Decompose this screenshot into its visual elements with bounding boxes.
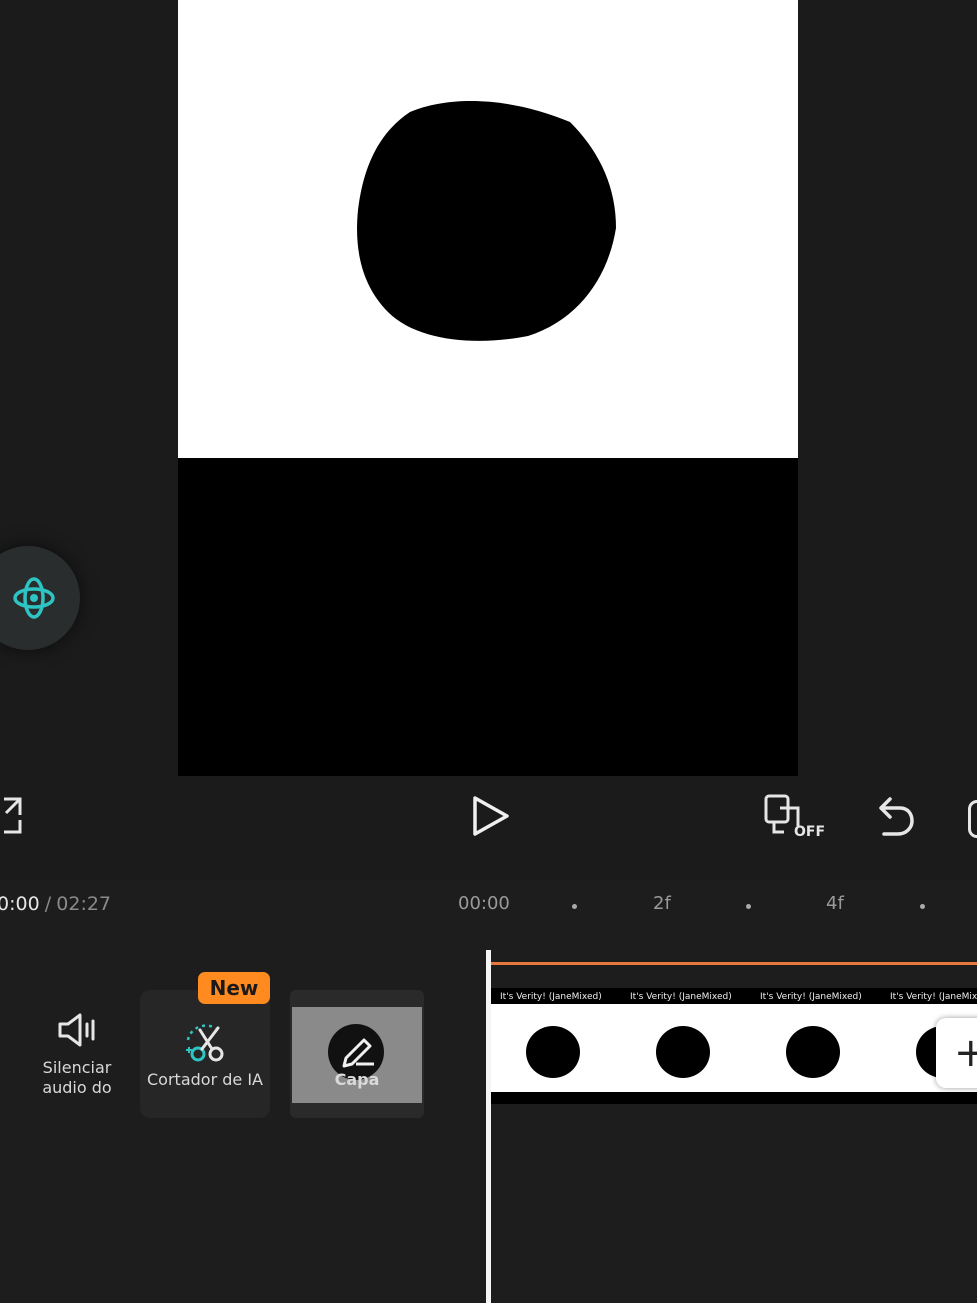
clip-caption: It's Verity! (JaneMixed)	[890, 992, 977, 1002]
clip-caption: It's Verity! (JaneMixed)	[500, 992, 602, 1002]
mute-label-line1: Silenciar	[42, 1058, 112, 1077]
play-icon	[473, 796, 509, 836]
undo-icon	[879, 797, 914, 836]
new-badge: New	[198, 972, 270, 1004]
clip-caption: It's Verity! (JaneMixed)	[760, 992, 862, 1002]
fullscreen-button[interactable]	[0, 796, 26, 840]
cover-label: Capa	[334, 1070, 380, 1089]
ruler-start-label: 00:00	[458, 893, 510, 914]
clip-frame-thumbnail	[786, 1026, 840, 1078]
play-button[interactable]	[470, 794, 512, 842]
ruler-tick	[746, 904, 751, 909]
total-time: 02:27	[56, 893, 112, 915]
clip-caption: It's Verity! (JaneMixed)	[630, 992, 732, 1002]
playhead[interactable]	[486, 950, 491, 1303]
mute-audio-button[interactable]: Silenciar audio do	[30, 1008, 124, 1104]
time-separator: /	[44, 893, 52, 915]
current-time: 0:00	[0, 893, 40, 915]
video-canvas-letterbox	[178, 458, 798, 776]
ai-assistant-icon	[13, 577, 55, 619]
fullscreen-icon	[4, 797, 22, 834]
ruler-mark-label: 2f	[653, 893, 671, 914]
ai-scissors-icon	[186, 1024, 224, 1062]
ruler-tick	[920, 904, 925, 909]
redo-button[interactable]	[968, 800, 977, 838]
keyframe-toggle[interactable]: OFF	[762, 792, 826, 844]
ai-cutter-button[interactable]: Cortador de IA	[140, 990, 270, 1118]
plus-icon: +	[954, 1030, 977, 1076]
speaker-icon	[58, 1013, 95, 1047]
add-clip-button[interactable]: +	[936, 1018, 977, 1088]
audio-track-line	[491, 962, 977, 965]
time-display: 0:00 / 02:27	[0, 893, 111, 915]
clip-frame-thumbnail	[526, 1026, 580, 1078]
ruler-mark-label: 4f	[826, 893, 844, 914]
mute-label-line2: audio do	[42, 1078, 112, 1097]
keyframe-state-label: OFF	[794, 824, 826, 840]
video-canvas[interactable]	[178, 0, 798, 458]
ai-cutter-label: Cortador de IA	[147, 1070, 263, 1089]
undo-button[interactable]	[876, 794, 916, 842]
edit-pencil-icon	[342, 1038, 374, 1068]
preview-frame-circle	[357, 101, 616, 341]
ruler-tick	[572, 904, 577, 909]
clip-frame-thumbnail	[656, 1026, 710, 1078]
